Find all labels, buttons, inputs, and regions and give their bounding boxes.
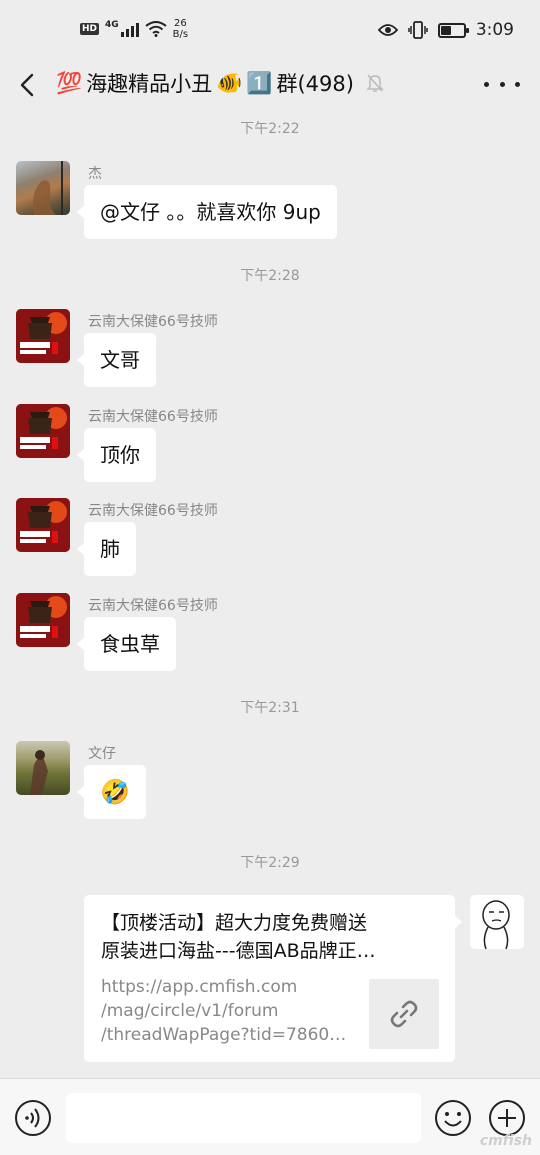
dot: [499, 81, 505, 87]
dot: [515, 81, 520, 87]
back-button[interactable]: [14, 68, 44, 102]
status-right: 3:09: [377, 20, 514, 40]
battery-icon: [437, 22, 469, 38]
eye-icon: [377, 24, 398, 36]
avatar[interactable]: [16, 404, 70, 458]
vibrate-icon: [408, 21, 428, 39]
more-button[interactable]: [484, 72, 520, 96]
avatar-game-art: [16, 593, 70, 647]
message-bubble[interactable]: 🤣: [77, 765, 146, 819]
avatar-game-art: [16, 309, 70, 363]
chat-member-count: 群(498): [276, 72, 354, 96]
signal-icon: [120, 21, 139, 37]
emoji-icon: [435, 1100, 471, 1136]
timestamp: 下午2:29: [240, 855, 300, 871]
sender-name: 云南大保健66号技师: [88, 503, 218, 519]
sender-name: 云南大保健66号技师: [88, 314, 218, 330]
chat-header: 💯 海趣精品小丑 🐠 1️⃣ 群(498): [0, 60, 540, 110]
wifi-icon: [145, 21, 167, 37]
plus-button[interactable]: [488, 1099, 526, 1137]
avatar[interactable]: [16, 741, 70, 795]
dot: [484, 81, 489, 87]
plus-icon: [489, 1100, 525, 1136]
message-bubble[interactable]: 顶你: [77, 428, 156, 482]
message-bubble[interactable]: 肺: [77, 522, 136, 576]
bell-off-icon: [366, 74, 384, 92]
chat-title-text: 海趣精品小丑: [86, 72, 213, 96]
link-card-url-line: https://app.cmfish.com: [101, 977, 298, 997]
sender-name: 杰: [88, 166, 102, 182]
voice-icon: [15, 1100, 51, 1136]
avatar[interactable]: [16, 593, 70, 647]
input-bar: cmfish: [0, 1078, 540, 1155]
timestamp: 下午2:31: [240, 700, 300, 716]
status-bar: HD 4G 26 B/s 3:09: [0, 0, 540, 60]
hundred-emoji: 💯: [56, 70, 83, 95]
status-left: HD 4G 26 B/s: [80, 18, 188, 40]
network-type: 4G: [105, 20, 119, 30]
link-card-title-line: 【顶楼活动】超大力度免费赠送: [101, 912, 368, 934]
watermark: cmfish: [479, 1133, 532, 1149]
battery-fill: [440, 25, 451, 35]
chat-title: 💯 海趣精品小丑 🐠 1️⃣ 群(498): [56, 68, 384, 98]
avatar[interactable]: [16, 161, 70, 215]
voice-button[interactable]: [14, 1099, 52, 1137]
message-bubble[interactable]: 食虫草: [77, 617, 176, 671]
link-card[interactable]: 【顶楼活动】超大力度免费赠送 原装进口海盐---德国AB品牌正… https:/…: [84, 895, 462, 1062]
clock: 3:09: [475, 20, 514, 40]
sender-name: 云南大保健66号技师: [88, 409, 218, 425]
net-speed: 26 B/s: [173, 18, 188, 40]
timestamp: 下午2:22: [240, 121, 300, 137]
avatar-game-art: [16, 498, 70, 552]
link-card-url-line: /threadWapPage?tid=78601…: [101, 1025, 353, 1045]
sender-name: 云南大保健66号技师: [88, 598, 218, 614]
avatar-doodle: [482, 900, 510, 950]
link-card-url: https://app.cmfish.com /mag/circle/v1/fo…: [101, 975, 353, 1047]
timestamp: 下午2:28: [240, 268, 300, 284]
link-icon: [390, 1000, 418, 1028]
avatar-photo: [30, 750, 48, 795]
avatar-game-art: [16, 404, 70, 458]
message-input[interactable]: [66, 1093, 421, 1143]
emoji-button[interactable]: [434, 1099, 472, 1137]
link-card-title: 【顶楼活动】超大力度免费赠送 原装进口海盐---德国AB品牌正…: [101, 909, 441, 965]
avatar[interactable]: [16, 498, 70, 552]
avatar[interactable]: [16, 309, 70, 363]
message-bubble[interactable]: @文仔 。。就喜欢你 9up: [77, 185, 337, 239]
keycap-one-emoji: 1️⃣: [246, 70, 273, 95]
fish-emoji: 🐠: [216, 70, 243, 95]
my-avatar[interactable]: [470, 895, 524, 950]
message-bubble[interactable]: 文哥: [77, 333, 156, 387]
chevron-left-icon: [20, 73, 34, 97]
link-card-url-line: /mag/circle/v1/forum: [101, 1001, 279, 1021]
link-card-title-line: 原装进口海盐---德国AB品牌正…: [101, 940, 376, 962]
avatar-photo: [33, 161, 63, 215]
hd-badge: HD: [80, 23, 100, 35]
link-card-thumbnail: [369, 979, 439, 1049]
net-speed-unit: B/s: [172, 29, 189, 40]
sender-name: 文仔: [88, 746, 116, 762]
net-speed-value: 26: [174, 18, 187, 29]
